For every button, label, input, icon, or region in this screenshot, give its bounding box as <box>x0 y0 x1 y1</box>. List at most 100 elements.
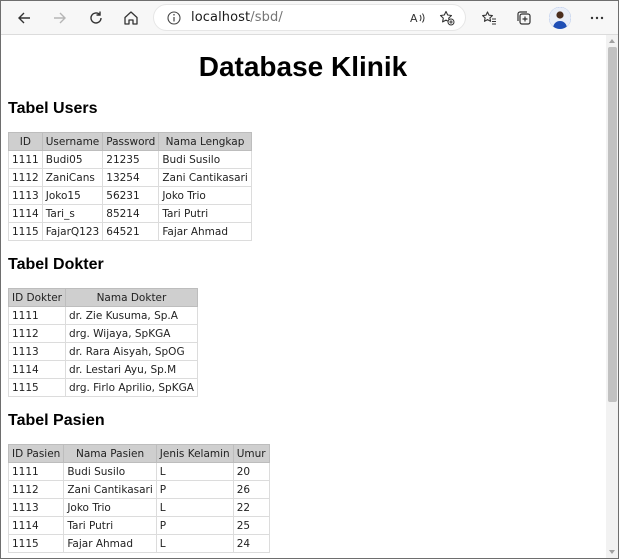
table-cell: 20 <box>232 462 270 481</box>
table-row: 1115 FajarQ123 64521 Fajar Ahmad <box>8 222 252 241</box>
more-icon <box>590 16 604 20</box>
refresh-button[interactable] <box>83 5 109 31</box>
table-cell: Joko Trio <box>158 186 252 205</box>
table-row: 1115 Fajar Ahmad L 24 <box>7 534 270 553</box>
table-header-row: ID Dokter Nama Dokter <box>7 288 198 307</box>
table-cell: 24 <box>232 534 270 553</box>
table-header-row: ID Username Password Nama Lengkap <box>8 132 252 151</box>
table-row: 1112 drg. Wijaya, SpKGA <box>7 324 198 343</box>
table-cell: dr. Zie Kusuma, Sp.A <box>65 306 198 325</box>
back-button[interactable] <box>11 5 37 31</box>
table-cell: 56231 <box>102 186 160 205</box>
table-cell: drg. Firlo Aprilio, SpKGA <box>65 378 198 397</box>
table-cell: 26 <box>232 480 270 499</box>
column-header: Jenis Kelamin <box>155 444 234 463</box>
column-header: Password <box>102 132 160 151</box>
table-header-row: ID Pasien Nama Pasien Jenis Kelamin Umur <box>7 444 270 463</box>
page-title: Database Klinik <box>198 51 408 82</box>
table-row: 1113 dr. Rara Aisyah, SpOG <box>7 342 198 361</box>
table-row: 1113 Joko15 56231 Joko Trio <box>8 186 252 205</box>
column-header: Nama Lengkap <box>158 132 252 151</box>
favorites-button[interactable] <box>476 5 502 31</box>
table-cell: 1113 <box>7 342 67 361</box>
table-cell: FajarQ123 <box>41 222 104 241</box>
table-cell: 1113 <box>8 186 43 205</box>
table-cell: Joko Trio <box>63 498 157 517</box>
table-cell: 22 <box>232 498 270 517</box>
table-cell: 1115 <box>7 534 65 553</box>
table-cell: 1112 <box>7 324 67 343</box>
table-cell: 1115 <box>7 378 67 397</box>
column-header: Nama Dokter <box>65 288 198 307</box>
favorites-icon <box>482 11 496 25</box>
table-cell: 1112 <box>8 168 43 187</box>
browser-toolbar: localhost/sbd/ A <box>1 1 618 35</box>
pasien-table: ID Pasien Nama Pasien Jenis Kelamin Umur… <box>7 444 270 553</box>
svg-text:A: A <box>410 12 418 25</box>
table-cell: Budi05 <box>41 150 104 169</box>
address-bar[interactable]: localhost/sbd/ A <box>153 4 466 31</box>
arrow-right-icon <box>54 12 66 24</box>
table-cell: 64521 <box>102 222 160 241</box>
table-cell: 85214 <box>102 204 160 223</box>
arrow-left-icon <box>18 12 30 24</box>
table-cell: L <box>155 534 234 553</box>
table-cell: Joko15 <box>41 186 104 205</box>
table-cell: 1111 <box>8 150 43 169</box>
profile-avatar[interactable] <box>549 7 571 29</box>
table-cell: 25 <box>232 516 270 535</box>
table-cell: 1111 <box>7 462 65 481</box>
settings-more-button[interactable] <box>584 5 610 31</box>
table-cell: Fajar Ahmad <box>63 534 157 553</box>
home-icon <box>124 11 138 25</box>
table-cell: dr. Lestari Ayu, Sp.M <box>65 360 198 379</box>
table-cell: 1113 <box>7 498 65 517</box>
dokter-heading: Tabel Dokter <box>8 256 104 273</box>
home-button[interactable] <box>118 5 144 31</box>
table-cell: Zani Cantikasari <box>158 168 252 187</box>
table-row: 1112 Zani Cantikasari P 26 <box>7 480 270 499</box>
info-icon[interactable] <box>167 11 181 25</box>
column-header: ID <box>8 132 43 151</box>
forward-button[interactable] <box>47 5 73 31</box>
table-row: 1111 dr. Zie Kusuma, Sp.A <box>7 306 198 325</box>
table-row: 1112 ZaniCans 13254 Zani Cantikasari <box>8 168 252 187</box>
table-row: 1114 dr. Lestari Ayu, Sp.M <box>7 360 198 379</box>
table-cell: Tari_s <box>41 204 104 223</box>
pasien-heading: Tabel Pasien <box>8 412 105 429</box>
read-aloud-icon[interactable]: A <box>410 11 426 25</box>
table-cell: drg. Wijaya, SpKGA <box>65 324 198 343</box>
table-row: 1113 Joko Trio L 22 <box>7 498 270 517</box>
table-cell: Budi Susilo <box>158 150 252 169</box>
collections-button[interactable] <box>511 5 537 31</box>
dokter-table: ID Dokter Nama Dokter 1111 dr. Zie Kusum… <box>7 288 198 397</box>
table-row: 1114 Tari_s 85214 Tari Putri <box>8 204 252 223</box>
scroll-up-arrow-icon[interactable] <box>609 39 615 43</box>
table-cell: Tari Putri <box>158 204 252 223</box>
url-text[interactable]: localhost/sbd/ <box>191 10 283 25</box>
table-cell: L <box>155 498 234 517</box>
table-cell: Budi Susilo <box>63 462 157 481</box>
column-header: Username <box>41 132 104 151</box>
table-cell: P <box>155 516 234 535</box>
table-row: 1114 Tari Putri P 25 <box>7 516 270 535</box>
table-cell: Zani Cantikasari <box>63 480 157 499</box>
table-cell: 1111 <box>7 306 67 325</box>
table-cell: Fajar Ahmad <box>158 222 252 241</box>
table-cell: 1114 <box>7 360 67 379</box>
user-avatar-icon <box>549 7 571 29</box>
column-header: Umur <box>232 444 270 463</box>
table-row: 1115 drg. Firlo Aprilio, SpKGA <box>7 378 198 397</box>
table-cell: dr. Rara Aisyah, SpOG <box>65 342 198 361</box>
add-favorite-icon[interactable] <box>439 10 455 26</box>
scroll-down-arrow-icon[interactable] <box>609 550 615 554</box>
column-header: ID Pasien <box>7 444 65 463</box>
table-row: 1111 Budi Susilo L 20 <box>7 462 270 481</box>
url-path: /sbd/ <box>250 10 283 25</box>
table-cell: 21235 <box>102 150 160 169</box>
url-host: localhost <box>191 10 251 25</box>
vertical-scrollbar[interactable] <box>606 35 618 558</box>
page-viewport: Database Klinik Tabel Users ID Username … <box>1 35 605 558</box>
table-cell: 1114 <box>8 204 43 223</box>
scrollbar-thumb[interactable] <box>608 47 617 402</box>
